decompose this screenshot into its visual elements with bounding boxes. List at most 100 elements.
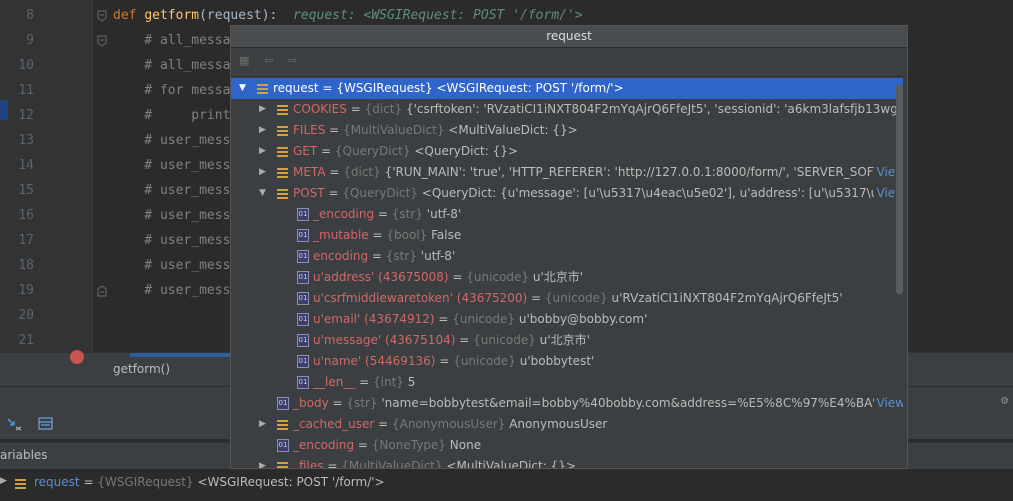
var-value: u'RVzatiCI1iNXT804F2mYqAjrQ6FfeJt5' [611, 291, 843, 305]
code-line[interactable]: # for messa [113, 83, 230, 98]
tree-row[interactable]: ▼ POST = {QueryDict} <QueryDict: {u'messa… [231, 183, 903, 204]
field-icon: 01 [297, 271, 309, 284]
tree-row[interactable]: 01 __len__ = {int} 5 [231, 372, 903, 393]
var-value: 5 [407, 375, 416, 389]
code-line[interactable]: # print [113, 108, 230, 123]
popup-title[interactable]: request [231, 26, 907, 48]
expand-arrow-icon[interactable]: ▶ [0, 476, 7, 486]
var-name: _encoding [313, 207, 375, 221]
line-number: 12 [18, 108, 34, 123]
tree-row[interactable]: ▶ META = {dict} {'RUN_MAIN': 'true', 'HTT… [231, 162, 903, 183]
row-text: u'message' (43675104) = {unicode} u'北京市' [313, 330, 590, 351]
var-value: 'utf-8' [426, 207, 462, 221]
expand-arrow-icon[interactable]: ▶ [259, 99, 269, 120]
var-value: <QueryDict: {}> [414, 144, 518, 158]
code-line[interactable]: # user_mess [113, 208, 230, 223]
var-name: encoding [313, 249, 369, 263]
var-name: __len__ [313, 375, 356, 389]
row-text: u'csrfmiddlewaretoken' (43675200) = {uni… [313, 288, 843, 309]
tree-row[interactable]: 01 _encoding = {str} 'utf-8' [231, 204, 903, 225]
separator: = [318, 81, 337, 95]
expand-arrow-icon[interactable]: ▶ [259, 414, 269, 435]
line-number: 10 [18, 58, 34, 73]
code-line[interactable]: # user_mess [113, 183, 230, 198]
var-type: {WSGIRequest} [97, 475, 194, 489]
line-number: 13 [18, 133, 34, 148]
separator: = [325, 123, 344, 137]
code-line[interactable]: # user_mess [113, 133, 230, 148]
var-value: <WSGIRequest: POST '/form/'> [193, 475, 385, 489]
code-line-def[interactable]: def getform(request): request: <WSGIRequ… [113, 8, 583, 23]
editor-gutter [0, 0, 92, 352]
var-name: _encoding [293, 438, 355, 452]
tree-row[interactable]: 01 _mutable = {bool} False [231, 225, 903, 246]
step-into-my-code-icon[interactable] [6, 417, 22, 431]
row-text: request = {WSGIRequest} <WSGIRequest: PO… [273, 78, 624, 99]
back-arrow-icon[interactable]: ⇦ [264, 55, 278, 67]
vertical-scrollbar[interactable] [896, 84, 903, 294]
object-stack-icon [277, 147, 288, 157]
gear-icon[interactable]: ⚙ [1001, 393, 1008, 407]
popup-toolbar: ▦ ⇦ ⇨ [231, 48, 907, 76]
tree-row[interactable]: 01 _body = {str} 'name=bobbytest&email=bo… [231, 393, 903, 414]
view-toggle-icon[interactable]: ▦ [239, 55, 253, 67]
tree-row[interactable]: ▶ FILES = {MultiValueDict} <MultiValueDic… [231, 120, 903, 141]
separator: = [346, 102, 365, 116]
field-icon: 01 [297, 313, 309, 326]
var-name: _body [293, 396, 329, 410]
tree-row[interactable]: 01 encoding = {str} 'utf-8' [231, 246, 903, 267]
var-value: {'RUN_MAIN': 'true', 'HTTP_REFERER': 'ht… [384, 165, 903, 179]
separator: = [325, 165, 344, 179]
view-link[interactable]: View [873, 393, 903, 414]
tree-row[interactable]: ▶ GET = {QueryDict} <QueryDict: {}> [231, 141, 903, 162]
tree-row[interactable]: ▶ _cached_user = {AnonymousUser} Anonymou… [231, 414, 903, 435]
var-name: META [293, 165, 326, 179]
tree-row[interactable]: 01 u'address' (43675008) = {unicode} u'北京… [231, 267, 903, 288]
code-line[interactable]: # all_messa [113, 33, 230, 48]
code-line[interactable]: # all_messa [113, 58, 230, 73]
tree-row[interactable]: 01 _encoding = {NoneType} None [231, 435, 903, 456]
var-type: {unicode} [453, 354, 516, 368]
variables-root-row[interactable]: ▶ request = {WSGIRequest} <WSGIRequest: … [0, 470, 1013, 501]
line-number: 11 [18, 83, 34, 98]
separator: = [455, 333, 474, 347]
tree-row[interactable]: 01 u'csrfmiddlewaretoken' (43675200) = {u… [231, 288, 903, 309]
expand-arrow-icon[interactable]: ▶ [259, 162, 269, 183]
tree-row[interactable]: ▼ request = {WSGIRequest} <WSGIRequest: P… [231, 78, 903, 99]
tree-row[interactable]: ▶ COOKIES = {dict} {'csrftoken': 'RVzatiC… [231, 99, 903, 120]
collapse-arrow-icon[interactable]: ▼ [239, 78, 249, 99]
code-line[interactable]: # user_mess [113, 258, 230, 273]
tree-row[interactable]: 01 u'email' (43674912) = {unicode} u'bobb… [231, 309, 903, 330]
code-line[interactable]: # user_mess [113, 233, 230, 248]
forward-arrow-icon[interactable]: ⇨ [288, 55, 302, 67]
variables-tab-label[interactable]: ariables [0, 448, 48, 462]
var-value: 'name=bobbytest&email=bobby%40bobby.com&… [381, 396, 896, 410]
var-name: FILES [293, 123, 326, 137]
var-name: u'message' (43675104) [313, 333, 456, 347]
tree-row[interactable]: ▶ _files = {MultiValueDict} <MultiValueDi… [231, 456, 903, 468]
breakpoint-icon[interactable] [70, 350, 84, 364]
line-number: 8 [26, 8, 34, 23]
separator: = [434, 312, 453, 326]
var-name: request [34, 475, 80, 489]
code-line[interactable]: # user_mess [113, 158, 230, 173]
object-stack-icon [257, 84, 268, 94]
evaluate-expression-icon[interactable] [38, 417, 54, 431]
breadcrumb[interactable]: getform() [113, 362, 170, 376]
separator: = [374, 417, 393, 431]
tree-row[interactable]: 01 u'name' (54469136) = {unicode} u'bobby… [231, 351, 903, 372]
var-type: {str} [391, 207, 423, 221]
expand-arrow-icon[interactable]: ▶ [259, 456, 269, 468]
collapse-arrow-icon[interactable]: ▼ [259, 183, 269, 204]
expand-arrow-icon[interactable]: ▶ [259, 141, 269, 162]
field-icon: 01 [297, 229, 309, 242]
expand-arrow-icon[interactable]: ▶ [259, 120, 269, 141]
var-value: 'utf-8' [420, 249, 456, 263]
fold-marker-icon[interactable] [97, 35, 107, 47]
fold-marker-icon[interactable] [97, 10, 107, 22]
code-line[interactable]: # user_mess [113, 283, 230, 298]
field-icon: 01 [297, 334, 309, 347]
var-name: _mutable [313, 228, 369, 242]
tree-row[interactable]: 01 u'message' (43675104) = {unicode} u'北京… [231, 330, 903, 351]
fold-marker-icon[interactable] [97, 285, 107, 297]
